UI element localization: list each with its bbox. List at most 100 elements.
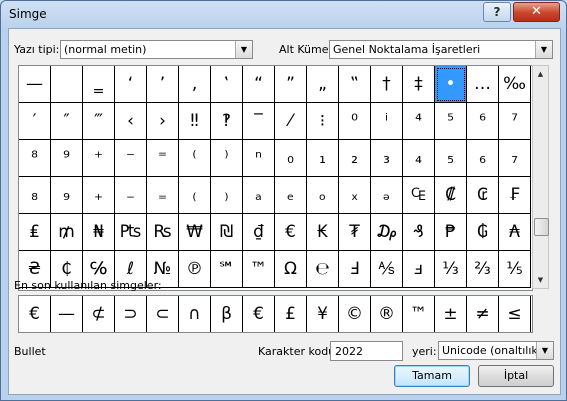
symbol-cell[interactable]: ‛	[211, 66, 243, 103]
symbol-cell[interactable]: ₈	[19, 177, 51, 214]
symbol-cell[interactable]: ⁝	[307, 103, 339, 140]
symbol-cell[interactable]: ₤	[19, 214, 51, 251]
chevron-down-icon[interactable]: ▼	[535, 41, 552, 58]
scroll-up-icon[interactable]: ▲	[533, 66, 548, 82]
symbol-cell[interactable]: ₎	[211, 177, 243, 214]
symbol-cell[interactable]: ₡	[435, 177, 467, 214]
symbol-cell[interactable]: „	[307, 66, 339, 103]
symbol-cell[interactable]: ‟	[339, 66, 371, 103]
symbol-cell[interactable]: “	[243, 66, 275, 103]
recent-symbol-cell[interactable]: ©	[339, 296, 371, 332]
symbol-cell[interactable]: ⁿ	[243, 140, 275, 177]
symbol-cell[interactable]: ‘	[115, 66, 147, 103]
symbol-grid-scrollbar[interactable]: ▲ ▼	[532, 65, 549, 289]
symbol-cell[interactable]: ‹	[115, 103, 147, 140]
symbol-cell[interactable]: €	[275, 214, 307, 251]
symbol-cell[interactable]: ₂	[339, 140, 371, 177]
symbol-cell[interactable]: ‼	[179, 103, 211, 140]
recent-symbol-cell[interactable]: €	[243, 296, 275, 332]
symbol-cell[interactable]: ‗	[83, 66, 115, 103]
ok-button[interactable]: Tamam	[394, 365, 470, 387]
symbol-cell[interactable]: ⁰	[339, 103, 371, 140]
symbol-cell[interactable]: ₇	[499, 140, 531, 177]
symbol-cell[interactable]: ₄	[403, 140, 435, 177]
scroll-down-icon[interactable]: ▼	[533, 272, 548, 288]
symbol-cell[interactable]: ⁾	[211, 140, 243, 177]
recent-symbol-cell[interactable]: ∩	[179, 296, 211, 332]
symbol-cell[interactable]: †	[371, 66, 403, 103]
symbol-cell[interactable]: ₋	[115, 177, 147, 214]
close-button[interactable]: ✕	[513, 2, 560, 22]
symbol-cell[interactable]: ₲	[467, 214, 499, 251]
symbol-cell[interactable]: ₃	[371, 140, 403, 177]
symbol-cell[interactable]: ₦	[83, 214, 115, 251]
from-select[interactable]: Unicode (onaltılık) ▼	[438, 341, 554, 360]
chevron-down-icon[interactable]: ▼	[536, 342, 553, 359]
symbol-cell[interactable]: ₔ	[371, 177, 403, 214]
symbol-cell[interactable]: ₯	[371, 214, 403, 251]
symbol-cell[interactable]: ”	[275, 66, 307, 103]
cancel-button[interactable]: İptal	[478, 365, 554, 387]
symbol-cell[interactable]: ⅍	[371, 251, 403, 288]
recent-symbol-cell[interactable]: ®	[371, 296, 403, 332]
symbol-cell[interactable]: ₫	[243, 214, 275, 251]
symbol-cell[interactable]: …	[467, 66, 499, 103]
symbol-cell[interactable]: ₢	[467, 177, 499, 214]
recent-symbol-cell[interactable]: ⊄	[83, 296, 115, 332]
symbol-cell[interactable]: ⁽	[179, 140, 211, 177]
symbol-cell[interactable]: ‡	[403, 66, 435, 103]
symbol-cell[interactable]: ’	[147, 66, 179, 103]
symbol-cell[interactable]: ⁻	[115, 140, 147, 177]
symbol-cell[interactable]: ₱	[435, 214, 467, 251]
symbol-cell[interactable]: ℗	[179, 251, 211, 288]
subset-select[interactable]: Genel Noktalama İşaretleri ▼	[329, 40, 553, 59]
symbol-cell[interactable]: ₌	[147, 177, 179, 214]
symbol-cell[interactable]: ‚	[179, 66, 211, 103]
symbol-cell[interactable]: ⁼	[147, 140, 179, 177]
symbol-cell[interactable]: ™	[243, 251, 275, 288]
recent-symbol-cell[interactable]: ±	[435, 296, 467, 332]
recent-symbol-cell[interactable]: ≠	[467, 296, 499, 332]
symbol-cell[interactable]: Ⅎ	[339, 251, 371, 288]
symbol-cell[interactable]: ⁷	[499, 103, 531, 140]
symbol-cell[interactable]: ₁	[307, 140, 339, 177]
symbol-cell[interactable]: ₰	[403, 214, 435, 251]
symbol-cell[interactable]: ″	[51, 103, 83, 140]
recent-symbol-cell[interactable]: £	[275, 296, 307, 332]
symbol-cell[interactable]: ‽	[211, 103, 243, 140]
symbol-cell[interactable]: ⁺	[83, 140, 115, 177]
recent-symbol-cell[interactable]: β	[211, 296, 243, 332]
symbol-cell[interactable]: Ω	[275, 251, 307, 288]
symbol-cell[interactable]: ℮	[307, 251, 339, 288]
symbol-cell[interactable]: ⁱ	[371, 103, 403, 140]
symbol-cell[interactable]: ₐ	[243, 177, 275, 214]
symbol-cell[interactable]: ℠	[211, 251, 243, 288]
font-select[interactable]: (normal metin) ▼	[60, 40, 253, 59]
symbol-cell[interactable]: ₓ	[339, 177, 371, 214]
symbol-cell[interactable]: ⅓	[435, 251, 467, 288]
symbol-cell[interactable]: ₠	[403, 177, 435, 214]
symbol-cell[interactable]: ₑ	[275, 177, 307, 214]
symbol-cell[interactable]: ₨	[147, 214, 179, 251]
symbol-cell[interactable]: ›	[147, 103, 179, 140]
symbol-cell[interactable]	[51, 66, 83, 103]
symbol-cell[interactable]: ₩	[179, 214, 211, 251]
recent-symbol-cell[interactable]: ⊂	[147, 296, 179, 332]
symbol-cell[interactable]: ‾	[243, 103, 275, 140]
symbol-cell[interactable]: ⅕	[499, 251, 531, 288]
scrollbar-thumb[interactable]	[534, 218, 549, 236]
symbol-cell[interactable]: ⁴	[403, 103, 435, 140]
symbol-cell[interactable]: —	[19, 66, 51, 103]
help-button[interactable]: ?	[483, 2, 511, 22]
symbol-cell[interactable]: ⁵	[435, 103, 467, 140]
symbol-cell[interactable]: ₣	[499, 177, 531, 214]
symbol-cell[interactable]: ₅	[435, 140, 467, 177]
recent-symbol-cell[interactable]: —	[51, 296, 83, 332]
symbol-cell[interactable]: ₪	[211, 214, 243, 251]
symbol-cell[interactable]: ‴	[83, 103, 115, 140]
symbol-cell[interactable]: ₥	[51, 214, 83, 251]
symbol-cell[interactable]: ₭	[307, 214, 339, 251]
symbol-cell[interactable]: ₳	[499, 214, 531, 251]
symbol-cell[interactable]: ⁸	[19, 140, 51, 177]
symbol-cell[interactable]: ₀	[275, 140, 307, 177]
